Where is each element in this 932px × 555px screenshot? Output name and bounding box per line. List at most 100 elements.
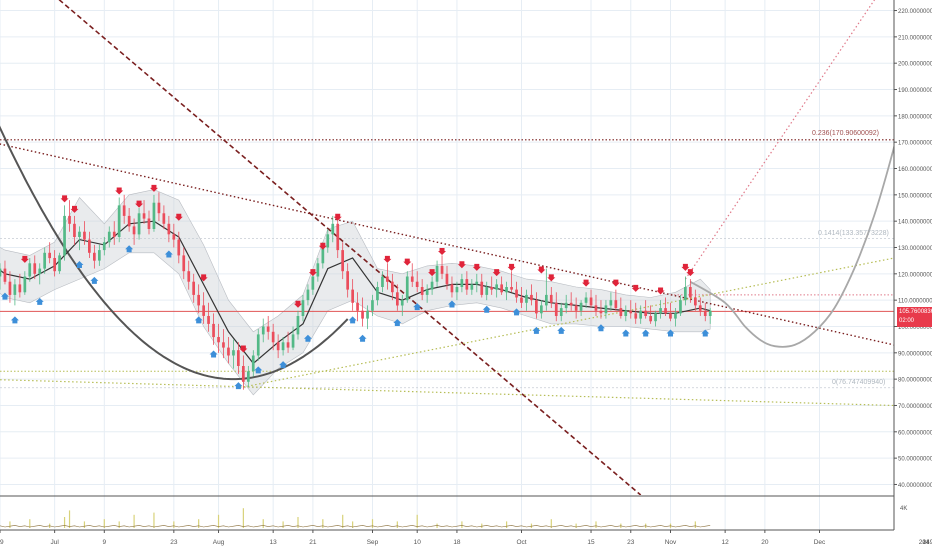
price-badge-value: 105.76008364 — [899, 309, 932, 315]
down-arrow-icon — [611, 279, 620, 287]
candle-body — [376, 287, 379, 301]
candle-body — [391, 281, 394, 293]
price-tick-label: 80.00000000 — [898, 378, 932, 384]
candle-body — [460, 279, 464, 287]
candle-body — [88, 239, 91, 253]
up-arrow-icon — [209, 350, 218, 358]
candle-body — [281, 342, 285, 351]
candle-body — [237, 350, 240, 366]
time-tick-label: Dec — [814, 539, 826, 546]
candle-body — [341, 250, 344, 272]
price-tick-label: 40.00000000 — [898, 483, 932, 489]
candle-body — [202, 305, 205, 316]
candle-body — [117, 205, 121, 237]
bollinger-band — [0, 189, 711, 396]
volume-bar — [9, 521, 11, 528]
candle-body — [554, 302, 558, 316]
chart-svg[interactable]: 40.00000000 50.00000000 60.00000000 70.0000… — [0, 0, 932, 550]
volume-bar — [297, 517, 299, 528]
candle-body — [256, 334, 260, 356]
volume-bar — [461, 521, 463, 528]
volume-tick-label: 4K — [900, 506, 908, 512]
volume-bar — [595, 521, 597, 528]
candle-body — [405, 276, 409, 301]
candle-body — [147, 218, 151, 229]
candle-body — [564, 302, 568, 309]
volume-bar — [262, 519, 264, 528]
time-tick-label: 20 — [761, 539, 769, 546]
time-tick-label: 10 — [414, 539, 422, 546]
price-tick-label: 180.00000000 — [898, 114, 932, 120]
candle-body — [251, 355, 255, 372]
price-tick-label: 200.00000000 — [898, 62, 932, 68]
up-arrow-icon — [358, 334, 367, 342]
candle-body — [470, 284, 474, 290]
candle-body — [500, 284, 503, 293]
time-tick-label: 9 — [102, 539, 106, 546]
candle-body — [152, 202, 156, 229]
candle-body — [306, 289, 310, 301]
candle-body — [594, 305, 598, 311]
volume-bar — [63, 517, 66, 528]
candle-body — [430, 281, 434, 290]
down-arrow-icon — [537, 266, 546, 274]
candle-body — [505, 287, 508, 293]
volume-bar — [173, 521, 175, 528]
candle-body — [634, 313, 638, 319]
volume-bar — [217, 514, 220, 528]
candle-body — [639, 310, 642, 319]
down-arrow-icon — [115, 187, 124, 195]
candle-body — [0, 268, 2, 277]
candle-body — [589, 297, 593, 306]
candle-body — [599, 310, 603, 314]
volume-bar — [198, 519, 200, 528]
candle-body — [172, 234, 176, 240]
candle-body — [276, 342, 280, 351]
candle-body — [361, 310, 364, 319]
candle-body — [629, 310, 633, 314]
fib-upper-label: 0.236(170.90600092) — [812, 130, 879, 137]
candle-body — [455, 287, 459, 293]
candle-body — [58, 255, 61, 272]
candle-body — [137, 213, 141, 235]
candle-body — [445, 273, 449, 285]
candle-body — [242, 366, 245, 382]
price-tick-label: 150.00000000 — [898, 193, 932, 199]
candle-body — [266, 326, 270, 332]
candle-body — [346, 271, 349, 290]
price-tick-label: 120.00000000 — [898, 272, 932, 278]
price-tick-label: 140.00000000 — [898, 220, 932, 226]
candle-body — [326, 234, 330, 248]
candle-body — [366, 310, 369, 319]
time-tick-label: Oct — [516, 539, 526, 546]
candle-body — [23, 276, 27, 293]
time-tick-label: Aug — [213, 539, 225, 546]
candle-body — [157, 202, 161, 214]
candle-body — [212, 323, 215, 338]
time-tick-label: 21 — [309, 539, 317, 546]
volume-pane — [0, 508, 711, 528]
candle-body — [232, 350, 235, 356]
candle-body — [440, 265, 444, 274]
candle-body — [261, 326, 265, 335]
up-arrow-icon — [532, 326, 541, 334]
candle-body — [122, 205, 126, 216]
price-badge-countdown: 02:00 — [899, 318, 915, 324]
candle-body — [664, 308, 667, 314]
candle-body — [222, 342, 225, 348]
time-tick-label: 13 — [270, 539, 278, 546]
candle-body — [386, 276, 389, 282]
candle-body — [28, 263, 32, 277]
candle-body — [559, 308, 563, 316]
candle-body — [649, 316, 652, 322]
candle-body — [574, 305, 578, 311]
price-badge: 105.76008364 02:00 — [897, 307, 932, 327]
candle-body — [698, 305, 702, 311]
candle-body — [371, 300, 374, 311]
candle-body — [679, 300, 682, 314]
candle-body — [396, 292, 399, 306]
candle-body — [351, 289, 354, 303]
candle-body — [83, 231, 86, 240]
candle-body — [644, 310, 647, 316]
candle-body — [480, 281, 484, 295]
